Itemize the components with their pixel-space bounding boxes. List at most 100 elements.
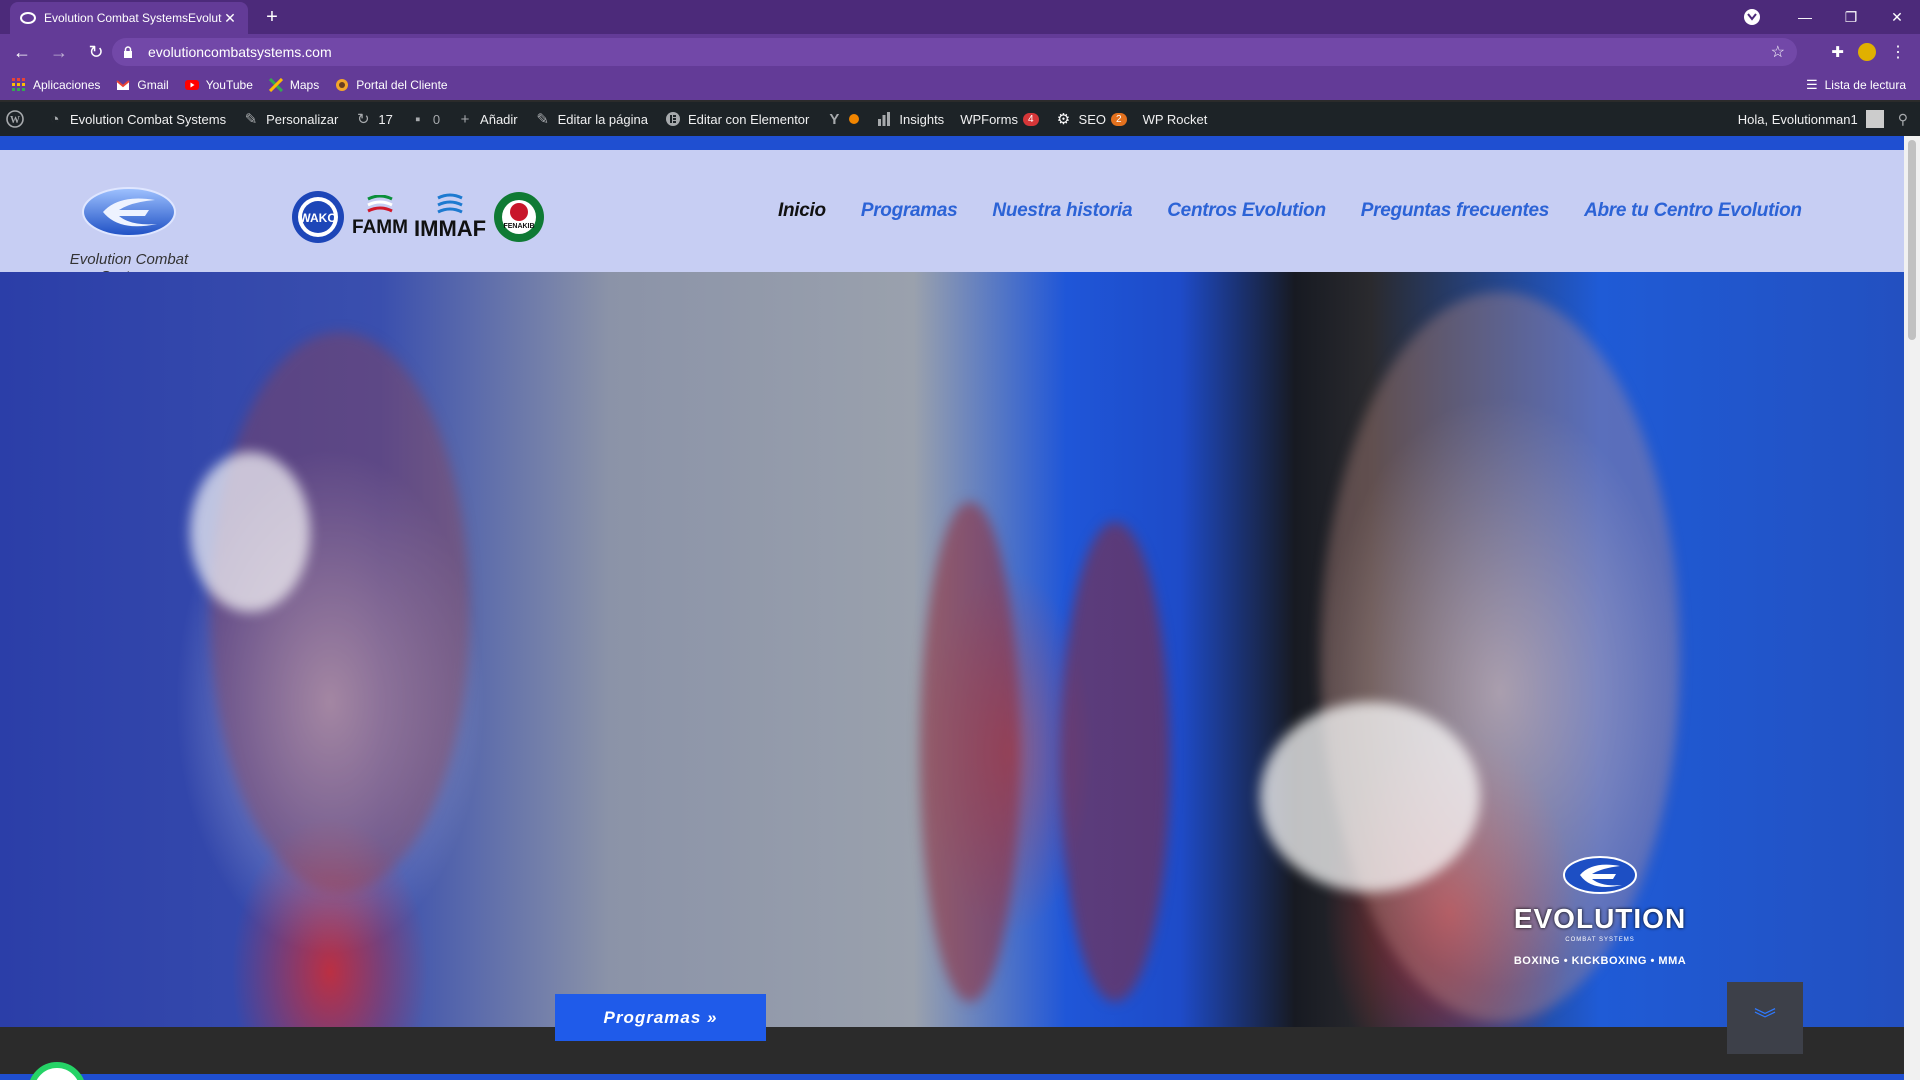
admin-greeting: Hola, Evolutionman1 [1737,111,1858,127]
bookmark-portal-cliente[interactable]: Portal del Cliente [335,78,448,92]
address-bar[interactable]: evolutioncombatsystems.com ☆ [112,38,1797,66]
hero-brand-logo: EVOLUTION COMBAT SYSTEMS BOXING • KICKBO… [1500,852,1700,967]
reload-icon[interactable]: ↻ [81,42,111,63]
nav-programas[interactable]: Programas [861,200,958,222]
hero-figure-right-glove [1260,702,1480,892]
minimize-icon[interactable]: — [1782,9,1828,25]
svg-text:W: W [10,115,20,126]
portal-icon [336,79,349,91]
new-tab-icon[interactable]: + [260,5,284,29]
bookmark-label: Portal del Cliente [356,78,448,92]
close-window-icon[interactable]: ✕ [1874,9,1920,26]
reading-list[interactable]: ☰ Lista de lectura [1806,77,1906,93]
page-scrollbar[interactable] [1904,136,1920,1080]
admin-edit-page[interactable]: ✎ Editar la página [534,110,648,128]
admin-seo[interactable]: ⚙ SEO 2 [1055,110,1127,128]
admin-yoast[interactable]: Y [825,110,860,128]
menu-kebab-icon[interactable]: ⋮ [1890,42,1906,62]
wp-logo[interactable]: W [6,110,30,128]
admin-updates[interactable]: ↻ 17 [354,110,393,128]
admin-add-label: Añadir [480,111,518,127]
admin-customize-label: Personalizar [266,111,339,127]
bookmark-star-icon[interactable]: ☆ [1771,42,1785,62]
programas-button[interactable]: Programas » [555,994,766,1041]
profile-download-icon[interactable] [1744,9,1760,25]
nav-centros-evolution[interactable]: Centros Evolution [1167,200,1326,222]
seo-status-dot [849,114,860,124]
main-navigation: Inicio Programas Nuestra historia Centro… [778,200,1802,222]
avatar [1865,110,1884,128]
site-logo[interactable]: Evolution Combat Systems [44,180,214,285]
pencil-icon: ✎ [536,111,549,128]
brush-icon: ✎ [244,111,258,128]
partner-logo-fenakib: FENAKIB [492,190,546,244]
svg-text:WAKO: WAKO [299,211,336,225]
admin-site-label: Evolution Combat Systems [70,111,227,127]
admin-elementor-label: Editar con Elementor [687,111,810,127]
bookmark-gmail[interactable]: Gmail [116,78,169,92]
nav-inicio[interactable]: Inicio [778,200,826,222]
hero-brand-name: EVOLUTION [1513,903,1687,934]
admin-elementor[interactable]: Editar con Elementor [664,110,809,128]
scroll-down-button[interactable]: ︾ [1727,982,1803,1054]
site-favicon-icon [20,10,36,26]
reading-list-label: Lista de lectura [1824,78,1906,92]
restore-icon[interactable]: ❐ [1828,9,1874,26]
partner-logo-wako: WAKO [290,189,346,245]
admin-add-new[interactable]: + Añadir [456,110,518,128]
admin-search-icon[interactable]: ⚲ [1898,111,1908,128]
yoast-icon: Y [829,110,840,128]
tab-close-icon[interactable]: ✕ [222,10,238,27]
hero-figure-left-gloves [190,452,310,612]
admin-insights[interactable]: Insights [875,110,944,128]
gmail-icon [116,80,131,90]
hero-figure-left [210,332,470,892]
comment-icon: ▪ [415,110,421,128]
bar-chart-icon [875,110,893,128]
admin-updates-count: 17 [378,111,393,127]
evolution-logo-icon [82,187,176,237]
admin-wpforms-label: WPForms [960,111,1018,127]
admin-comments[interactable]: ▪ 0 [409,110,440,128]
bookmarks-bar: Aplicaciones Gmail YouTube Maps Portal d… [0,70,1920,100]
reading-list-icon: ☰ [1805,77,1818,92]
bookmark-aplicaciones[interactable]: Aplicaciones [12,78,100,92]
nav-abre-centro[interactable]: Abre tu Centro Evolution [1584,200,1802,222]
browser-tab[interactable]: Evolution Combat SystemsEvolut ✕ [10,2,248,34]
admin-wp-rocket[interactable]: WP Rocket [1143,112,1208,127]
browser-toolbar: ← → ↻ evolutioncombatsystems.com ☆ ✚ ⋮ [0,34,1920,70]
hero-banner: EVOLUTION COMBAT SYSTEMS BOXING • KICKBO… [0,272,1904,1027]
updates-icon: ↻ [357,111,370,128]
admin-customize[interactable]: ✎ Personalizar [242,110,339,128]
evolution-emblem-icon [1563,856,1637,894]
seo-badge: 2 [1111,112,1127,126]
nav-nuestra-historia[interactable]: Nuestra historia [992,200,1132,222]
maps-icon [268,78,283,92]
whatsapp-icon[interactable] [28,1062,86,1080]
wpforms-badge: 4 [1022,112,1039,126]
partner-logo-immaf: IMMAF [414,192,486,242]
admin-site-name[interactable]: ◔ Evolution Combat Systems [46,110,226,128]
admin-wpforms[interactable]: WPForms 4 [960,111,1039,127]
bookmark-youtube[interactable]: YouTube [184,78,253,92]
hero-disciplines: BOXING • KICKBOXING • MMA [1513,955,1687,967]
back-icon[interactable]: ← [7,42,37,63]
admin-edit-label: Editar la página [557,111,648,127]
hero-brand-sub: COMBAT SYSTEMS [1565,937,1635,943]
bookmark-label: Aplicaciones [33,78,101,92]
svg-text:FENAKIB: FENAKIB [504,223,535,230]
admin-insights-label: Insights [899,111,945,127]
forward-icon[interactable]: → [44,42,74,63]
toolbar-right: ✚ ⋮ [1831,42,1906,62]
nav-preguntas-frecuentes[interactable]: Preguntas frecuentes [1361,200,1550,222]
bookmark-label: YouTube [205,78,253,92]
extensions-icon[interactable]: ✚ [1831,43,1844,61]
admin-account[interactable]: Hola, Evolutionman1 ⚲ [1738,102,1908,136]
seo-gear-icon: ⚙ [1056,111,1071,128]
double-chevron-down-icon: ︾ [1753,1007,1776,1032]
profile-avatar-icon[interactable] [1858,43,1876,61]
plus-icon: + [460,110,470,128]
bookmark-maps[interactable]: Maps [268,78,320,92]
scrollbar-thumb[interactable] [1908,140,1916,340]
bookmark-label: Maps [289,78,320,92]
